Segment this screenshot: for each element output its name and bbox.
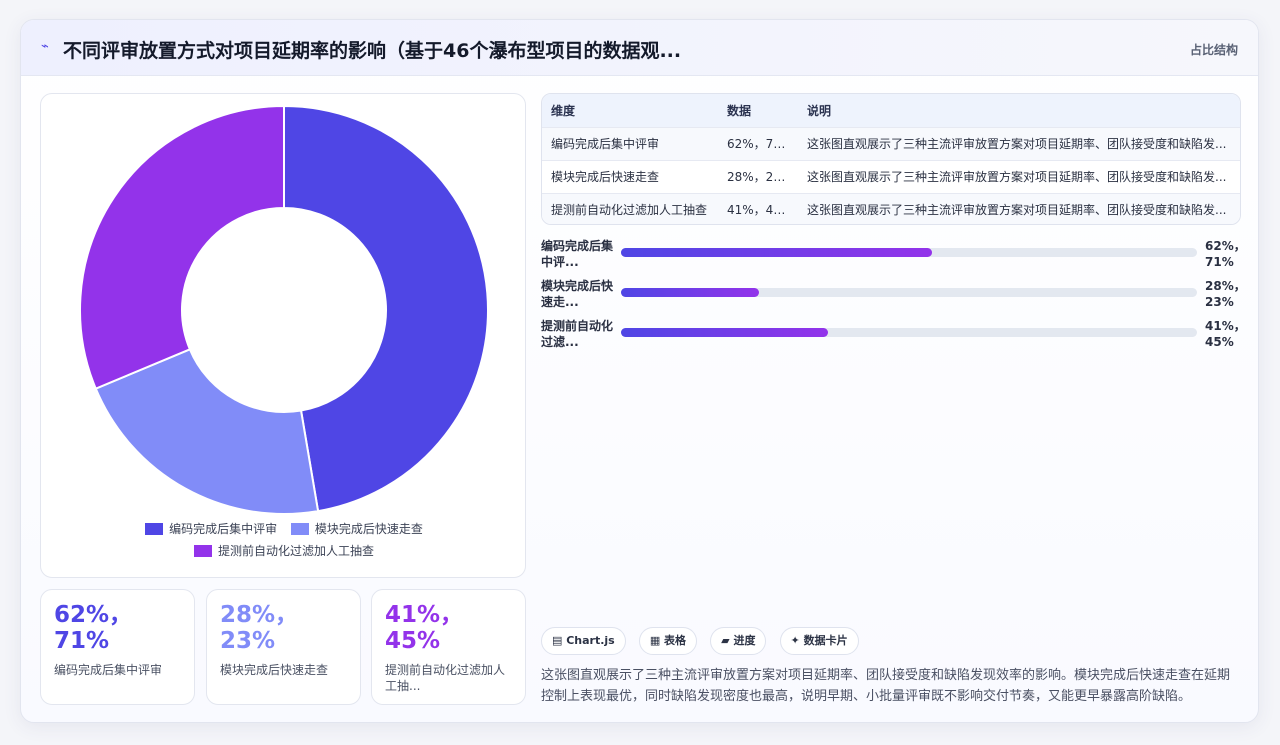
stat-value: 62%，71%: [54, 602, 133, 654]
stat-card-1: 28%，23% 模块完成后快速走查: [206, 589, 361, 705]
progress-fill: [621, 288, 760, 297]
chip-table[interactable]: ▦ 表格: [638, 627, 698, 655]
table-cell: 28%，23%: [718, 159, 798, 193]
progress-row-0: 编码完成后集中评... 62%，71%: [541, 236, 1246, 276]
column-header: 数据: [718, 94, 798, 127]
progress-list: 编码完成后集中评... 62%，71% 模块完成后快速走... 28%，23% …: [541, 236, 1246, 356]
progress-fill: [621, 328, 829, 337]
progress-track: [621, 328, 1197, 337]
progress-fill: [621, 248, 933, 257]
stat-label: 编码完成后集中评审: [54, 663, 163, 677]
legend-item-0[interactable]: 编码完成后集中评审: [145, 518, 277, 540]
donut-slice-2[interactable]: [79, 104, 285, 390]
progress-track: [621, 288, 1197, 297]
stat-value: 28%，23%: [220, 602, 299, 654]
progress-value: 62%，71%: [1205, 239, 1246, 269]
legend-swatch-1: [290, 523, 309, 535]
chart-description: 这张图直观展示了三种主流评审放置方案对项目延期率、团队接受度和缺陷发现效率的影响…: [541, 668, 1231, 704]
column-header: 说明: [798, 94, 1240, 127]
progress-value: 41%，45%: [1205, 319, 1246, 349]
progress-row-2: 提测前自动化过滤... 41%，45%: [541, 316, 1246, 356]
legend-item-1[interactable]: 模块完成后快速走查: [290, 518, 423, 540]
legend-label-0: 编码完成后集中评审: [169, 522, 278, 536]
table-cell: 41%，45%: [718, 192, 798, 224]
table-header-row: 维度 数据 说明: [542, 94, 1240, 127]
progress-label: 编码完成后集中评...: [541, 239, 614, 269]
donut-chart-panel: 编码完成后集中评审 模块完成后快速走查 提测前自动化过滤加人工抽查: [40, 93, 526, 578]
stat-label: 提测前自动化过滤加人工抽...: [385, 663, 506, 693]
table-row[interactable]: 编码完成后集中评审 62%，71% 这张图直观展示了三种主流评审放置方案对项目延…: [542, 126, 1240, 160]
progress-label: 模块完成后快速走...: [541, 279, 614, 309]
card-header: ⌁ 不同评审放置方式对项目延期率的影响（基于46个瀑布型项目的数据观... 占比…: [21, 20, 1258, 76]
chip-progress[interactable]: ▰ 进度: [710, 627, 767, 655]
table-cell: 模块完成后快速走查: [542, 159, 718, 193]
view-chips: ▤ Chart.js ▦ 表格 ▰ 进度 ✦ 数据卡片: [541, 627, 867, 655]
donut-slice-0[interactable]: [283, 104, 489, 513]
table-row[interactable]: 提测前自动化过滤加人工抽查 41%，45% 这张图直观展示了三种主流评审放置方案…: [542, 192, 1240, 224]
progress-label: 提测前自动化过滤...: [541, 319, 614, 349]
stat-value: 41%，45%: [385, 602, 464, 654]
legend-swatch-0: [145, 523, 164, 535]
table-cell: 编码完成后集中评审: [542, 126, 718, 160]
legend-item-2[interactable]: 提测前自动化过滤加人工抽查: [193, 540, 374, 562]
chip-data-cards[interactable]: ✦ 数据卡片: [779, 627, 859, 655]
chart-legend: 编码完成后集中评审 模块完成后快速走查 提测前自动化过滤加人工抽查: [41, 518, 527, 562]
chart-icon: ⌁: [41, 39, 49, 54]
data-table: 维度 数据 说明 编码完成后集中评审 62%，71% 这张图直观展示了三种主流评…: [541, 93, 1241, 225]
table-row[interactable]: 模块完成后快速走查 28%，23% 这张图直观展示了三种主流评审放置方案对项目延…: [542, 159, 1240, 193]
page-title: 不同评审放置方式对项目延期率的影响（基于46个瀑布型项目的数据观...: [63, 40, 682, 62]
table-cell: 这张图直观展示了三种主流评审放置方案对项目延期率、团队接受度和缺陷发...: [798, 126, 1240, 160]
stat-card-2: 41%，45% 提测前自动化过滤加人工抽...: [371, 589, 526, 705]
progress-value: 28%，23%: [1205, 279, 1246, 309]
donut-chart: [79, 104, 489, 514]
table-cell: 提测前自动化过滤加人工抽查: [542, 192, 718, 224]
chip-chartjs[interactable]: ▤ Chart.js: [541, 627, 626, 655]
progress-row-1: 模块完成后快速走... 28%，23%: [541, 276, 1246, 316]
progress-track: [621, 248, 1197, 257]
stat-label: 模块完成后快速走查: [220, 663, 329, 677]
table-cell: 这张图直观展示了三种主流评审放置方案对项目延期率、团队接受度和缺陷发...: [798, 192, 1240, 224]
dashboard-card: ⌁ 不同评审放置方式对项目延期率的影响（基于46个瀑布型项目的数据观... 占比…: [20, 19, 1259, 723]
table-cell: 62%，71%: [718, 126, 798, 160]
legend-label-2: 提测前自动化过滤加人工抽查: [217, 544, 374, 558]
legend-label-1: 模块完成后快速走查: [314, 522, 423, 536]
stat-card-0: 62%，71% 编码完成后集中评审: [40, 589, 195, 705]
chart-type-tag[interactable]: 占比结构: [1190, 41, 1238, 58]
column-header: 维度: [542, 94, 718, 127]
legend-swatch-2: [193, 545, 212, 557]
table-cell: 这张图直观展示了三种主流评审放置方案对项目延期率、团队接受度和缺陷发...: [798, 159, 1240, 193]
